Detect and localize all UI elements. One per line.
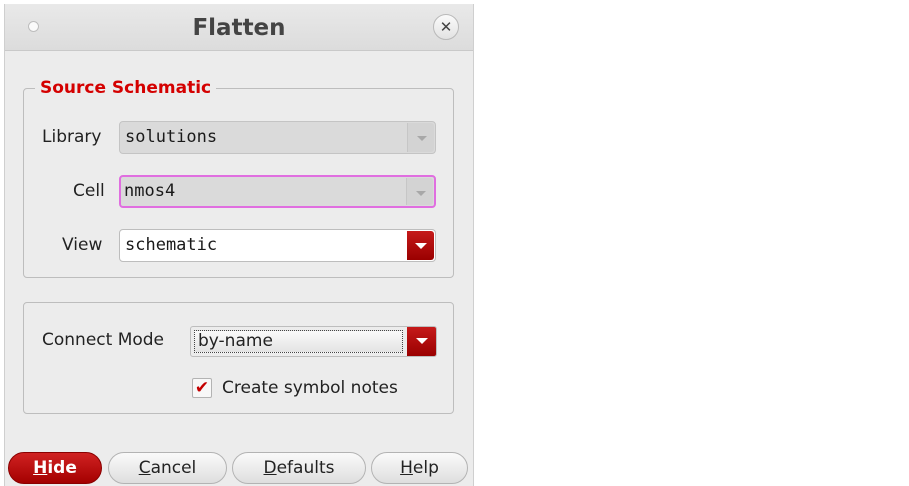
hide-label: ide <box>47 458 77 478</box>
dialog-title: Flatten <box>192 15 286 41</box>
cell-combo[interactable]: nmos4 <box>119 175 436 208</box>
view-value: schematic <box>125 235 218 255</box>
defaults-button[interactable]: Defaults <box>232 452 366 484</box>
help-button[interactable]: Help <box>371 452 468 484</box>
source-schematic-legend: Source Schematic <box>35 78 217 98</box>
view-label: View <box>62 235 103 255</box>
connect-mode-label: Connect Mode <box>42 330 165 350</box>
defaults-mnemonic: D <box>263 458 277 478</box>
create-symbol-notes-checkbox[interactable]: ✔ <box>192 378 212 398</box>
create-symbol-notes-label[interactable]: Create symbol notes <box>222 378 398 398</box>
cell-value: nmos4 <box>124 181 176 201</box>
connect-mode-value: by-name <box>194 330 403 353</box>
hide-mnemonic: H <box>33 458 48 478</box>
chevron-down-icon[interactable] <box>406 178 433 205</box>
help-label: elp <box>412 458 439 478</box>
connect-mode-combo[interactable]: by-name <box>190 326 437 357</box>
cell-label: Cell <box>73 181 105 201</box>
chevron-down-icon[interactable] <box>407 231 434 260</box>
view-combo[interactable]: schematic <box>119 229 436 262</box>
hide-button[interactable]: Hide <box>8 452 102 484</box>
close-icon[interactable]: ✕ <box>433 14 459 40</box>
chevron-down-icon[interactable] <box>407 327 436 356</box>
help-mnemonic: H <box>400 458 413 478</box>
cancel-label: ancel <box>150 458 197 478</box>
library-combo[interactable]: solutions <box>119 121 436 154</box>
library-value: solutions <box>125 127 218 147</box>
cancel-button[interactable]: Cancel <box>108 452 227 484</box>
defaults-label: efaults <box>276 458 335 478</box>
cancel-mnemonic: C <box>138 458 151 478</box>
title-bar[interactable]: Flatten ✕ <box>5 4 473 51</box>
library-label: Library <box>42 127 102 147</box>
flatten-dialog: Flatten ✕ Source Schematic Library solut… <box>4 4 474 486</box>
chevron-down-icon[interactable] <box>407 123 434 152</box>
